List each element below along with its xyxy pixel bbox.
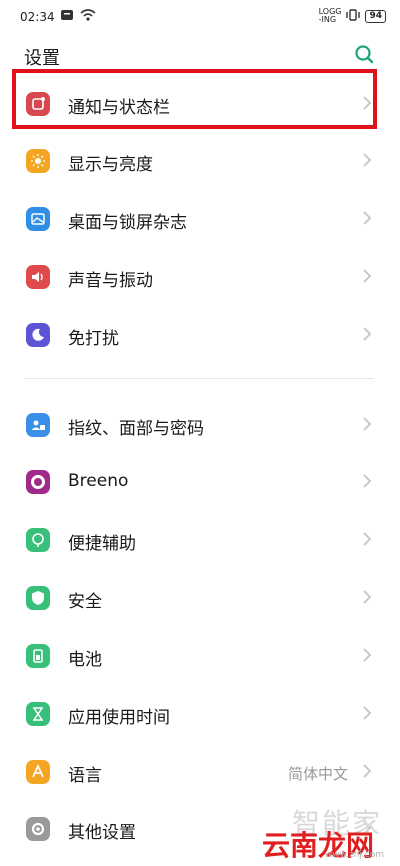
shield-icon — [26, 586, 50, 610]
settings-item-battery[interactable]: 电池 — [0, 627, 400, 685]
settings-item-label: 应用使用时间 — [68, 708, 170, 728]
settings-item-breeno[interactable]: Breeno — [0, 453, 400, 511]
gear-icon — [26, 817, 50, 841]
network-label: LOGG -ING — [318, 7, 342, 24]
status-bar: 02:34 LOGG -ING 94 — [0, 0, 400, 34]
settings-item-screen-time[interactable]: 应用使用时间 — [0, 685, 400, 743]
watermark-url: www.znj.com — [324, 850, 384, 860]
chevron-right-icon — [362, 763, 372, 783]
chevron-right-icon — [362, 416, 372, 436]
chevron-right-icon — [362, 326, 372, 346]
chevron-right-icon — [362, 210, 372, 230]
settings-item-display[interactable]: 显示与亮度 — [0, 132, 400, 190]
vibrate-icon — [345, 9, 361, 23]
language-icon — [26, 760, 50, 784]
battery-icon — [26, 644, 50, 668]
chevron-right-icon — [362, 268, 372, 288]
hand-icon — [26, 528, 50, 552]
settings-item-label: 语言 — [68, 766, 102, 786]
settings-item-label: 安全 — [68, 592, 102, 612]
settings-item-label: 指纹、面部与密码 — [68, 419, 204, 439]
page-title: 设置 — [24, 48, 60, 69]
settings-item-dnd[interactable]: 免打扰 — [0, 306, 400, 364]
settings-item-label: Breeno — [68, 471, 129, 491]
section-divider — [24, 378, 374, 379]
speaker-icon — [26, 265, 50, 289]
chevron-right-icon — [362, 152, 372, 172]
message-icon — [60, 9, 74, 24]
search-icon[interactable] — [354, 44, 374, 68]
settings-item-label: 免打扰 — [68, 329, 119, 349]
settings-item-label: 便捷辅助 — [68, 534, 136, 554]
settings-item-security-id[interactable]: 指纹、面部与密码 — [0, 396, 400, 454]
breeno-icon — [26, 470, 50, 494]
header: 设置 — [0, 40, 400, 70]
wifi-icon — [80, 9, 96, 24]
settings-item-sound[interactable]: 声音与振动 — [0, 248, 400, 306]
settings-item-label: 桌面与锁屏杂志 — [68, 213, 187, 233]
highlight-box — [12, 69, 377, 129]
settings-item-security[interactable]: 安全 — [0, 569, 400, 627]
status-right: LOGG -ING 94 — [319, 8, 386, 24]
settings-item-label: 电池 — [68, 650, 102, 670]
battery-level: 94 — [365, 9, 386, 23]
settings-item-wallpaper[interactable]: 桌面与锁屏杂志 — [0, 190, 400, 248]
settings-item-label: 显示与亮度 — [68, 155, 153, 175]
chevron-right-icon — [362, 589, 372, 609]
settings-item-value: 简体中文 — [287, 765, 348, 783]
status-time: 02:34 — [20, 10, 55, 24]
moon-icon — [26, 323, 50, 347]
chevron-right-icon — [362, 473, 372, 493]
chevron-right-icon — [362, 705, 372, 725]
settings-item-label: 声音与振动 — [68, 271, 153, 291]
chevron-right-icon — [362, 647, 372, 667]
settings-item-language[interactable]: 语言 简体中文 — [0, 743, 400, 801]
wallpaper-icon — [26, 207, 50, 231]
hourglass-icon — [26, 702, 50, 726]
settings-item-accessibility[interactable]: 便捷辅助 — [0, 511, 400, 569]
settings-item-label: 其他设置 — [68, 823, 136, 843]
chevron-right-icon — [362, 531, 372, 551]
sun-icon — [26, 149, 50, 173]
user-lock-icon — [26, 413, 50, 437]
